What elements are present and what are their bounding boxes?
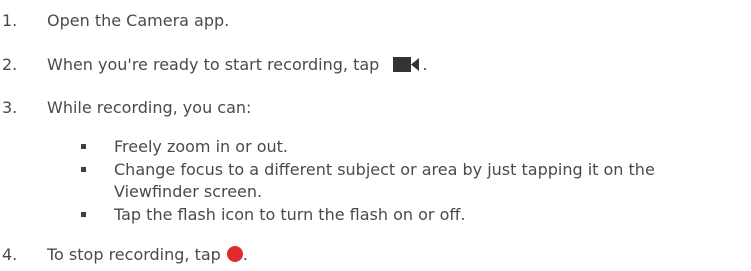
list-item-text: Tap the flash icon to turn the flash on … xyxy=(114,205,466,224)
bullet-icon xyxy=(81,144,86,149)
step-text-wrapper: To stop recording, tap. xyxy=(47,245,248,265)
step-text: When you're ready to start recording, ta… xyxy=(47,55,380,74)
step-number: 3. xyxy=(2,98,18,117)
instructions-document: 1. Open the Camera app. 2. When you're r… xyxy=(0,0,751,271)
step-number: 2. xyxy=(2,55,18,74)
step-text-wrapper: When you're ready to start recording, ta… xyxy=(47,55,428,75)
step-text: Open the Camera app. xyxy=(47,11,230,30)
stop-record-icon xyxy=(226,246,243,262)
list-item-text: Freely zoom in or out. xyxy=(114,137,289,156)
bullet-icon xyxy=(81,167,86,172)
step-suffix: . xyxy=(422,55,428,74)
video-camera-icon xyxy=(393,57,420,72)
step-number: 4. xyxy=(2,245,18,264)
step-text: While recording, you can: xyxy=(47,98,252,117)
bullet-icon xyxy=(81,212,86,217)
step-suffix: . xyxy=(242,245,248,264)
step-text: To stop recording, tap xyxy=(47,245,221,264)
list-item-text: Change focus to a different subject or a… xyxy=(114,160,655,201)
step-number: 1. xyxy=(2,11,18,30)
